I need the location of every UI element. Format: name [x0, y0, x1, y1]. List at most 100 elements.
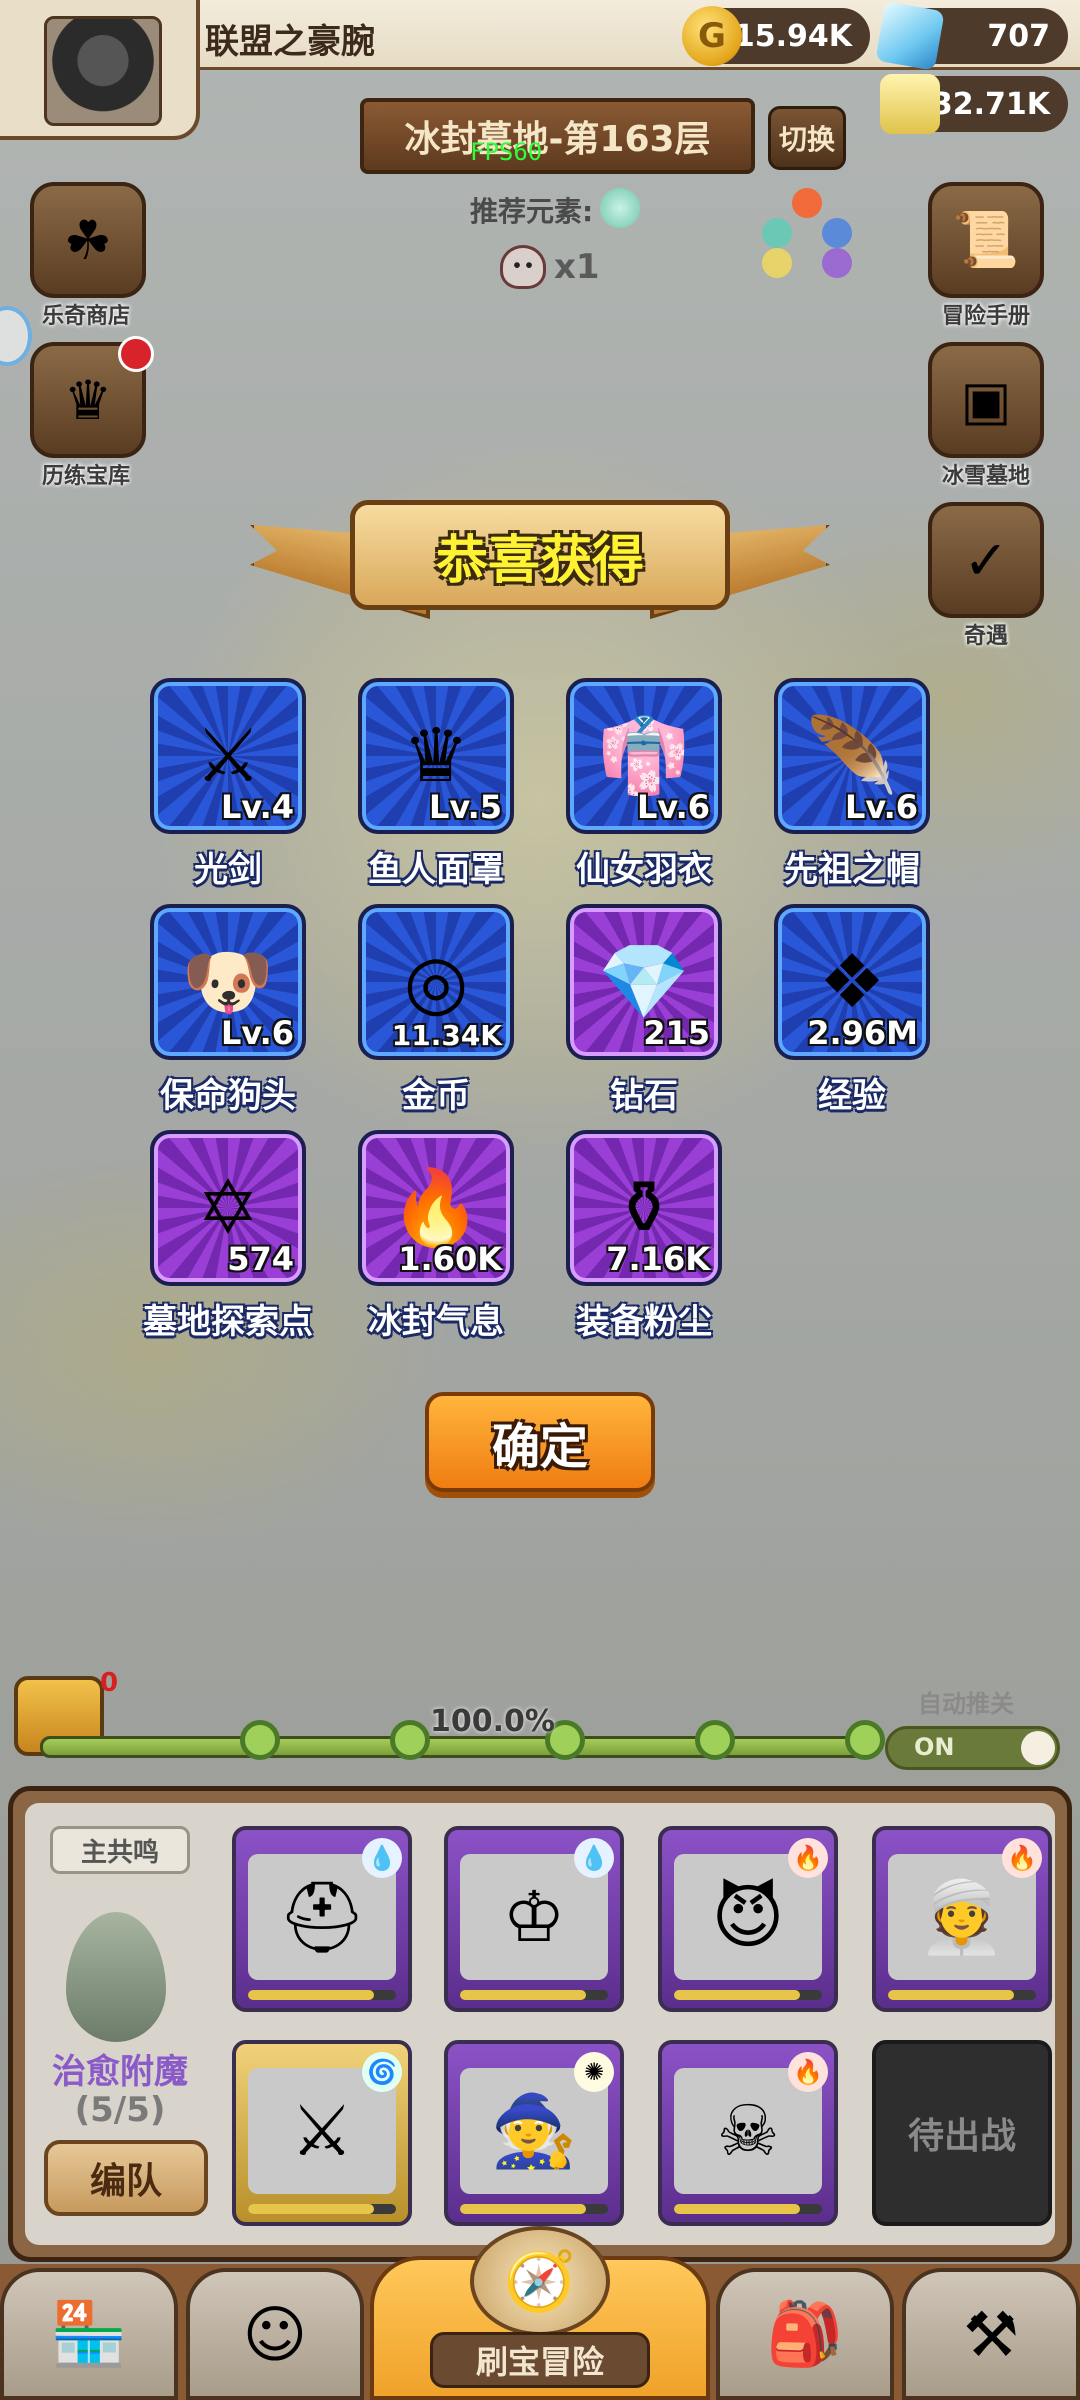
- hero-hp-bar: [674, 2204, 822, 2214]
- fire-icon: 🔥: [1002, 1838, 1042, 1878]
- hero-hp-bar: [248, 1990, 396, 2000]
- coin-counter[interactable]: G 115.94K: [682, 6, 870, 66]
- reward-name: 钻石: [610, 1076, 678, 1116]
- player-name: 联盟之豪腕: [205, 22, 375, 62]
- reward-tile[interactable]: 🔥 1.60K: [358, 1130, 514, 1286]
- training-vault-label: 历练宝库: [41, 464, 130, 489]
- fire-icon: 🔥: [788, 2052, 828, 2092]
- reward-tile[interactable]: 🪶 Lv.6: [774, 678, 930, 834]
- key-icon: [390, 1720, 430, 1760]
- clover-icon: ☘: [63, 208, 113, 272]
- recommend-label: 推荐元素:: [470, 195, 594, 228]
- quest-board-icon: ✓: [963, 528, 1009, 592]
- nav-forge[interactable]: ⚒: [902, 2268, 1080, 2400]
- hero-slot[interactable]: 👳 🔥: [872, 1826, 1052, 2012]
- scroll-icon: 📜: [952, 208, 1020, 271]
- shop-icon: 🏪: [50, 2297, 128, 2370]
- skull-count: x1: [554, 247, 600, 287]
- hero-slot[interactable]: ☠ 🔥: [658, 2040, 838, 2226]
- reward-name: 冰封气息: [368, 1302, 504, 1342]
- water-icon: 💧: [362, 1838, 402, 1878]
- reward-value: 2.96M: [807, 1014, 918, 1052]
- dust-counter[interactable]: 132.71K: [880, 74, 1068, 134]
- adventure-manual-button[interactable]: 📜: [928, 182, 1044, 298]
- confirm-button[interactable]: 确定: [425, 1392, 655, 1492]
- reward-item[interactable]: 🪶 Lv.6 先祖之帽: [774, 678, 930, 890]
- reward-tile[interactable]: ♛ Lv.5: [358, 678, 514, 834]
- snow-graveyard-button[interactable]: ▣: [928, 342, 1044, 458]
- reward-value: Lv.6: [844, 788, 918, 826]
- element-cycle-icon[interactable]: [762, 188, 852, 278]
- lucky-shop-button[interactable]: ☘: [30, 182, 146, 298]
- confirm-label: 确定: [491, 1419, 588, 1475]
- reward-title-ribbon: 恭喜获得: [350, 500, 730, 610]
- notification-dot: [118, 336, 154, 372]
- hero-slot[interactable]: ♔ 💧: [444, 1826, 624, 2012]
- lucky-shop-label: 乐奇商店: [41, 304, 130, 329]
- encounter-button[interactable]: ✓: [928, 502, 1044, 618]
- hero-slot[interactable]: 🧙 ✺: [444, 2040, 624, 2226]
- reward-item[interactable]: ✡ 574 墓地探索点: [143, 1130, 313, 1342]
- hero-hp-bar: [460, 1990, 608, 2000]
- reward-tile[interactable]: ◎ 11.34K: [358, 904, 514, 1060]
- reward-item[interactable]: ⚱ 7.16K 装备粉尘: [566, 1130, 722, 1342]
- reward-tile[interactable]: ✡ 574: [150, 1130, 306, 1286]
- auto-advance-toggle[interactable]: ON: [885, 1726, 1060, 1770]
- reward-item[interactable]: ❖ 2.96M 经验: [774, 904, 930, 1116]
- formation-button[interactable]: 编队: [44, 2140, 208, 2216]
- resonance-tag[interactable]: 主共鸣: [50, 1826, 190, 1874]
- reward-value: 7.16K: [606, 1240, 710, 1278]
- nav-bag[interactable]: 🎒: [716, 2268, 894, 2400]
- reward-item[interactable]: 👘 Lv.6 仙女羽衣: [566, 678, 722, 890]
- reward-item[interactable]: 💎 215 钻石: [566, 904, 722, 1116]
- reward-tile[interactable]: 🐶 Lv.6: [150, 904, 306, 1060]
- chest-icon: ▣: [960, 368, 1012, 432]
- nav-heroes[interactable]: ☺: [186, 2268, 364, 2400]
- reward-tile[interactable]: 💎 215: [566, 904, 722, 1060]
- reward-tile[interactable]: ❖ 2.96M: [774, 904, 930, 1060]
- adventure-manual-label: 冒险手册: [941, 304, 1030, 329]
- hero-slot[interactable]: ⛑ 💧: [232, 1826, 412, 2012]
- reward-value: 574: [227, 1240, 294, 1278]
- reward-value: 11.34K: [391, 1019, 502, 1052]
- avatar-frame[interactable]: [0, 0, 200, 140]
- reward-tile[interactable]: ⚔ Lv.4: [150, 678, 306, 834]
- avatar[interactable]: [44, 16, 162, 126]
- reward-grid: ⚔ Lv.4 光剑 ♛ Lv.5 鱼人面罩 👘 Lv.6 仙女羽衣 🪶 Lv.6 先祖之帽 🐶 Lv.6 保…: [143, 678, 940, 1342]
- reward-item[interactable]: ♛ Lv.5 鱼人面罩: [358, 678, 514, 890]
- switch-stage-button[interactable]: 切换: [768, 106, 846, 170]
- diamond-counter[interactable]: 707: [875, 1, 1068, 71]
- reward-value: 215: [643, 1014, 710, 1052]
- nav-adventure-label: 刷宝冒险: [430, 2332, 650, 2388]
- map-icon: 🧭: [470, 2226, 610, 2336]
- toggle-label: ON: [914, 1733, 955, 1761]
- reward-tile[interactable]: ⚱ 7.16K: [566, 1130, 722, 1286]
- reward-item[interactable]: ◎ 11.34K 金币: [358, 904, 514, 1116]
- reward-value: 1.60K: [398, 1240, 502, 1278]
- empty-slot-label: 待出战: [907, 2116, 1016, 2157]
- treasury-icon: ♛: [63, 368, 113, 432]
- reward-name: 装备粉尘: [576, 1302, 712, 1342]
- reward-name: 经验: [818, 1076, 886, 1116]
- reward-item[interactable]: 🐶 Lv.6 保命狗头: [150, 904, 306, 1116]
- hero-hp-bar: [674, 1990, 822, 2000]
- diamond-value: 707: [987, 18, 1050, 54]
- water-icon: 💧: [574, 1838, 614, 1878]
- reward-item[interactable]: ⚔ Lv.4 光剑: [150, 678, 306, 890]
- progress-percent: 100.0%: [430, 1704, 555, 1739]
- encounter-label: 奇遇: [963, 624, 1008, 649]
- hero-hp-bar: [888, 1990, 1036, 2000]
- reward-name: 墓地探索点: [143, 1302, 313, 1342]
- reward-name: 金币: [402, 1076, 470, 1116]
- reward-tile[interactable]: 👘 Lv.6: [566, 678, 722, 834]
- fire-icon: 🔥: [788, 1838, 828, 1878]
- reward-name: 仙女羽衣: [576, 850, 712, 890]
- nav-shop[interactable]: 🏪: [0, 2268, 178, 2400]
- wind-icon: 🌀: [362, 2052, 402, 2092]
- hero-slot[interactable]: ⚔ 🌀: [232, 2040, 412, 2226]
- reward-item[interactable]: 🔥 1.60K 冰封气息: [358, 1130, 514, 1342]
- dust-jar-icon: [880, 74, 940, 134]
- empty-hero-slot[interactable]: 待出战: [872, 2040, 1052, 2226]
- reward-name: 鱼人面罩: [368, 850, 504, 890]
- hero-slot[interactable]: 😈 🔥: [658, 1826, 838, 2012]
